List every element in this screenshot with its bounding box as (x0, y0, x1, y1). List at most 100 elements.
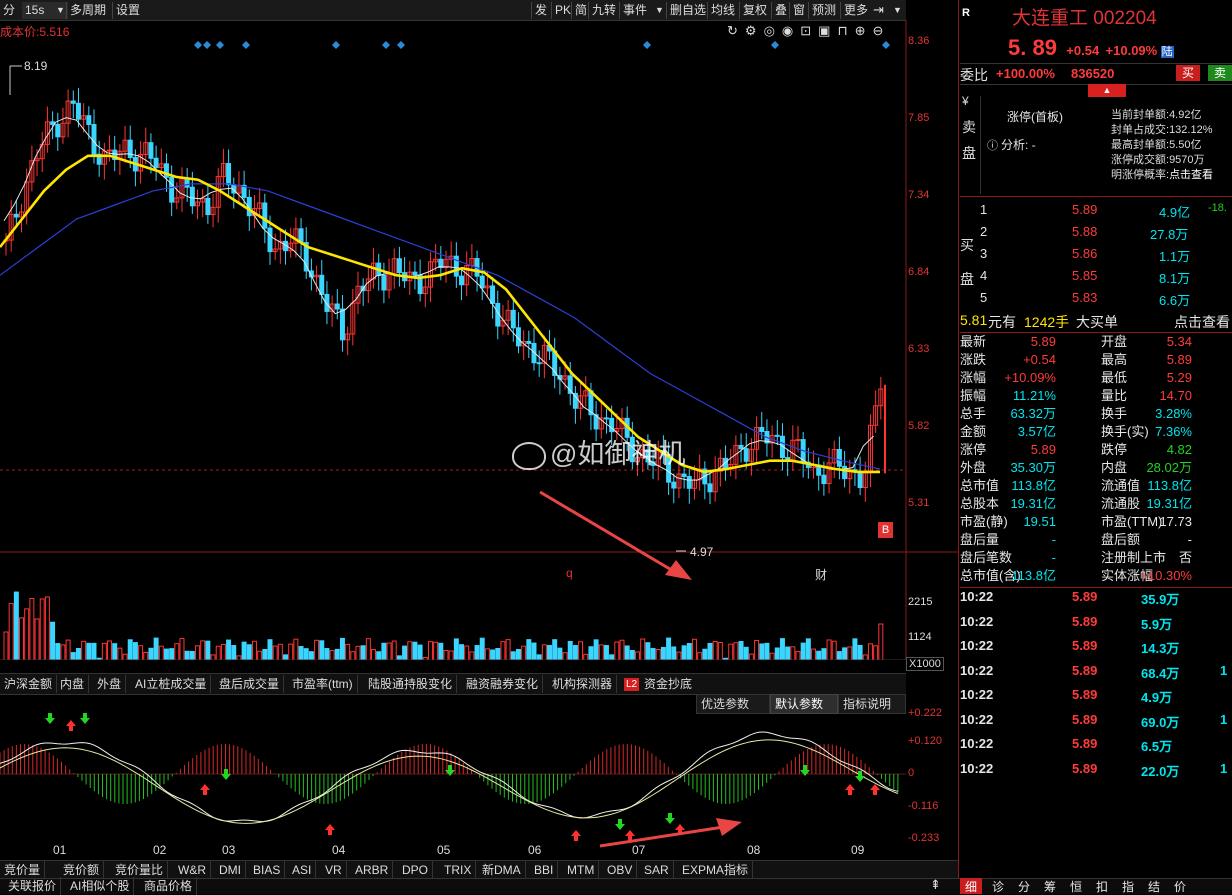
volume-bar (691, 638, 697, 660)
multi-period-button[interactable]: 多周期 (66, 2, 109, 19)
tab-heng[interactable]: 恒 (1070, 878, 1082, 895)
trade-row: 10:22 5.89 4.9万 (960, 687, 1232, 711)
tab-fen[interactable]: 分 (1018, 878, 1030, 895)
tab-fund-bottom[interactable]: 资金抄底 (640, 675, 696, 693)
buy-arrow (571, 830, 581, 841)
candle (681, 473, 687, 478)
plus-icon[interactable]: ⊕ (855, 23, 873, 38)
tab-trix[interactable]: TRIX (440, 861, 477, 879)
toolbar-ma[interactable]: 均线 (707, 2, 738, 19)
settings-button[interactable]: 设置 (112, 2, 143, 19)
tab-price[interactable]: 价 (1174, 878, 1186, 895)
buy-signal-badge[interactable]: B (878, 522, 893, 538)
buy-arrow (200, 784, 210, 795)
period-minute[interactable]: 分 (0, 2, 18, 19)
tab-vr[interactable]: VR (321, 861, 347, 879)
stat-label: 涨停 (960, 442, 987, 457)
quote-bottom-tabs: 细 诊 分 筹 恒 扣 指 结 价 (958, 878, 1232, 894)
tab-arbr[interactable]: ARBR (351, 861, 394, 879)
chevron-down-icon[interactable]: ▼ (893, 5, 902, 15)
big-buy-link[interactable]: 点击查看 (1174, 312, 1230, 332)
toolbar-overlay[interactable]: 叠 (771, 2, 790, 19)
kline-chart[interactable] (0, 20, 958, 660)
toolbar-events[interactable]: 事件 (619, 2, 650, 19)
toolbar-more[interactable]: 更多 (840, 2, 871, 19)
collapse-icon[interactable]: ⇞ (930, 877, 941, 893)
volume-bar (427, 641, 433, 660)
tab-dmi[interactable]: DMI (215, 861, 246, 879)
toolbar-fa[interactable]: 发 (531, 2, 550, 19)
toolbar-delete-watchlist[interactable]: 删自选 (666, 2, 709, 19)
volume-axis-2: 1124 (908, 631, 932, 643)
tab-expma[interactable]: EXPMA指标 (678, 861, 754, 879)
trade-row: 10:22 5.89 6.5万 (960, 736, 1232, 760)
chevron-down-icon[interactable]: ▼ (56, 5, 65, 15)
tab-inner[interactable]: 内盘 (56, 675, 90, 693)
bid-row: 4 5.85 8.1万 (978, 268, 1232, 286)
watermark-text: @如御神机 (550, 439, 686, 469)
tab-dpo[interactable]: DPO (398, 861, 434, 879)
toolbar-adjust[interactable]: 复权 (739, 2, 770, 19)
tab-ai-volume[interactable]: AI立桩成交量 (131, 675, 212, 693)
tab-detail[interactable]: 细 (960, 878, 982, 894)
expand-icon[interactable]: ⇥ (873, 2, 884, 18)
gear-icon[interactable]: ⚙ (745, 23, 764, 38)
candle (536, 362, 542, 365)
volume-bar (50, 621, 56, 660)
price-axis-5: 6.33 (908, 343, 930, 355)
tab-northbound[interactable]: 陆股通持股变化 (364, 675, 458, 693)
stat-label: 金额 (960, 424, 987, 439)
stat-value: 14.70 (1159, 388, 1192, 403)
volume-bar (531, 642, 537, 660)
tab-kou[interactable]: 扣 (1096, 878, 1108, 895)
tab-chips[interactable]: 筹 (1044, 878, 1056, 895)
refresh-icon[interactable]: ↻ (727, 23, 745, 38)
trade-row: 10:22 5.89 35.9万 (960, 589, 1232, 613)
tab-bbi[interactable]: BBI (530, 861, 559, 879)
limit-check-link[interactable]: 点击查看 (1169, 169, 1213, 181)
tab-margin[interactable]: 融资融券变化 (462, 675, 544, 693)
tab-mtm[interactable]: MTM (563, 861, 600, 879)
tab-pe-ttm[interactable]: 市盈率(ttm) (288, 675, 358, 693)
tab-shenzhen-amount[interactable]: 沪深金额 (0, 675, 58, 693)
tab-commodity-price[interactable]: 商品价格 (140, 877, 198, 895)
volume-bar (479, 637, 485, 660)
candle (226, 163, 232, 186)
toolbar-window[interactable]: 窗 (789, 2, 808, 19)
sell-button[interactable]: 卖 (1208, 65, 1232, 81)
trade-volume: 6.5万 (1141, 739, 1173, 754)
minus-icon[interactable]: ⊖ (873, 23, 891, 38)
tab-index[interactable]: 指 (1122, 878, 1134, 895)
target-icon[interactable]: ◎ (764, 23, 782, 38)
tab-bias[interactable]: BIAS (249, 861, 286, 879)
buy-button[interactable]: 买 (1176, 65, 1200, 81)
volume-bar (619, 639, 625, 660)
toolbar-jiuzhuan[interactable]: 九转 (588, 2, 619, 19)
tab-related-quotes[interactable]: 关联报价 (4, 877, 62, 895)
stat-row: 盘后笔数 - 注册制上市否 (960, 549, 1232, 567)
chevron-down-icon[interactable]: ▼ (655, 5, 664, 15)
tab-institution[interactable]: 机构探测器 (548, 675, 618, 693)
sell-char1: 卖 (962, 119, 976, 135)
basket-icon[interactable]: ⊡ (800, 23, 818, 38)
tab-result[interactable]: 结 (1148, 878, 1160, 895)
trade-price: 5.89 (1072, 736, 1098, 751)
tab-asi[interactable]: ASI (288, 861, 317, 879)
trade-volume: 22.0万 (1141, 763, 1180, 779)
tab-new-dma[interactable]: 新DMA (478, 861, 526, 879)
tab-outer[interactable]: 外盘 (93, 675, 127, 693)
lock-icon[interactable]: ⊓ (837, 23, 854, 38)
indicator-chart[interactable] (0, 694, 906, 848)
tab-ai-similar[interactable]: AI相似个股 (66, 877, 135, 895)
northbound-badge: 陆 (1160, 46, 1174, 58)
tab-diagnose[interactable]: 诊 (992, 878, 1004, 895)
stat-row: 振幅 11.21% 量比 14.70 (960, 387, 1232, 405)
tab-after-hours-volume[interactable]: 盘后成交量 (215, 675, 285, 693)
tab-obv[interactable]: OBV (603, 861, 638, 879)
clipboard-icon[interactable]: ▣ (818, 23, 837, 38)
toolbar-forecast[interactable]: 预测 (808, 2, 839, 19)
bid-price: 5.88 (1072, 224, 1098, 239)
tab-sar[interactable]: SAR (640, 861, 674, 879)
divider (960, 196, 1232, 197)
eye-icon[interactable]: ◉ (782, 23, 800, 38)
